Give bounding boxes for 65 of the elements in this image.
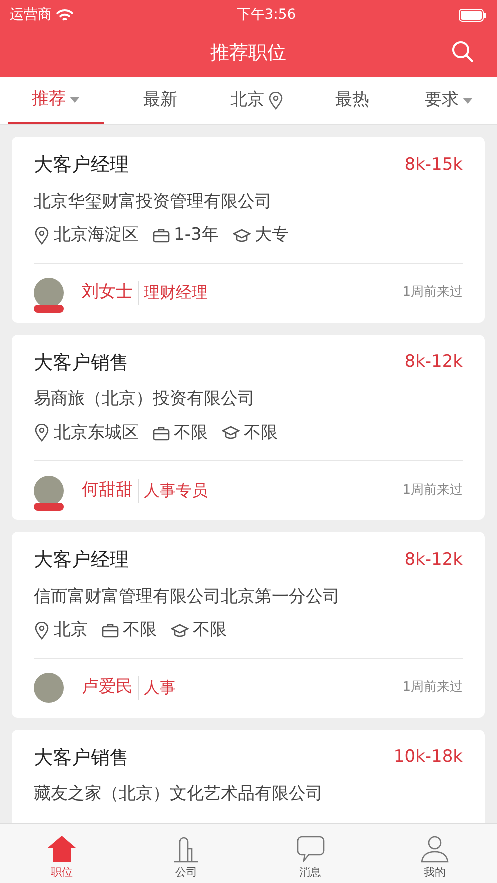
job-title: 大客户销售 xyxy=(34,350,129,376)
recruiter-name: 何甜甜 xyxy=(82,478,133,502)
education-requirement: 不限 xyxy=(244,422,278,444)
tab-bar-item[interactable]: 我的 xyxy=(372,824,497,883)
caret-icon xyxy=(70,96,80,102)
graduation-cap-icon xyxy=(171,624,189,638)
job-card[interactable]: 大客户经理 8k-15k 北京华玺财富投资管理有限公司 北京海淀区 1-3年 大专 刘女士 理财经理 1周前来过 xyxy=(12,137,485,322)
tab-bar-item[interactable]: 公司 xyxy=(124,824,248,883)
experience-requirement: 1-3年 xyxy=(174,224,219,247)
filter-tab[interactable]: 最热 xyxy=(304,77,401,124)
briefcase-icon xyxy=(153,426,170,441)
search-icon[interactable] xyxy=(451,40,475,64)
job-location: 北京东城区 xyxy=(54,422,139,444)
wifi-icon xyxy=(56,8,74,22)
experience-requirement: 不限 xyxy=(123,619,157,642)
carrier-name: 运营商 xyxy=(10,6,52,24)
last-active-time: 1周前来过 xyxy=(402,679,463,698)
briefcase-icon xyxy=(102,623,119,638)
avatar xyxy=(34,673,64,703)
education-requirement: 不限 xyxy=(193,619,227,642)
salary-range: 8k-15k xyxy=(404,154,463,176)
last-active-time: 1周前来过 xyxy=(402,284,463,302)
battery-icon xyxy=(458,8,487,22)
job-location: 北京 xyxy=(54,619,88,642)
job-card[interactable]: 大客户销售 8k-12k 易商旅（北京）投资有限公司 北京东城区 不限 不限 何甜甜 人事专员 1周前来过 xyxy=(12,334,485,520)
location-pin-icon xyxy=(34,226,50,245)
recruiter-role: 人事 xyxy=(138,676,176,700)
chat-bubble-icon xyxy=(296,834,326,862)
location-pin-icon xyxy=(34,622,50,640)
education-requirement: 大专 xyxy=(254,224,289,247)
tab-bar-item[interactable]: 职位 xyxy=(0,824,124,883)
company-name: 信而富财富管理有限公司北京第一分公司 xyxy=(34,586,341,608)
location-pin-icon xyxy=(34,424,50,442)
caret-icon xyxy=(462,98,473,104)
person-icon xyxy=(420,834,450,862)
recruiter-name: 刘女士 xyxy=(82,281,133,304)
job-card[interactable]: 大客户销售 10k-18k 藏友之家（北京）文化艺术品有限公司 xyxy=(12,730,485,823)
job-title: 大客户经理 xyxy=(34,548,129,573)
recruiter-role: 人事专员 xyxy=(138,478,208,502)
recruiter-role: 理财经理 xyxy=(138,281,208,305)
filter-tab[interactable]: 要求 xyxy=(400,77,497,124)
status-time: 下午3:56 xyxy=(236,6,296,24)
experience-requirement: 不限 xyxy=(174,422,208,444)
briefcase-icon xyxy=(153,228,170,244)
filter-tab[interactable]: 北京 xyxy=(208,77,305,124)
page-title: 推荐职位 xyxy=(210,41,286,66)
salary-range: 10k-18k xyxy=(394,746,463,769)
job-title: 大客户经理 xyxy=(34,153,129,178)
company-name: 易商旅（北京）投资有限公司 xyxy=(34,388,256,411)
home-icon xyxy=(47,834,78,862)
job-card[interactable]: 大客户经理 8k-12k 信而富财富管理有限公司北京第一分公司 北京 不限 不限 卢爱民 人事 1周前来过 xyxy=(12,532,485,718)
graduation-cap-icon xyxy=(222,426,240,440)
last-active-time: 1周前来过 xyxy=(402,482,463,500)
job-title: 大客户销售 xyxy=(34,746,129,770)
filter-tab[interactable]: 最新 xyxy=(112,77,208,124)
filter-tab[interactable]: 推荐 xyxy=(8,77,104,124)
salary-range: 8k-12k xyxy=(404,548,463,572)
location-pin-icon xyxy=(268,92,282,110)
company-name: 北京华玺财富投资管理有限公司 xyxy=(34,190,273,214)
recruiter-name: 卢爱民 xyxy=(82,676,133,700)
graduation-cap-icon xyxy=(232,228,251,243)
tab-bar-item[interactable]: 消息 xyxy=(248,824,373,883)
company-name: 藏友之家（北京）文化艺术品有限公司 xyxy=(34,783,324,806)
salary-range: 8k-12k xyxy=(404,351,463,374)
job-location: 北京海淀区 xyxy=(54,224,139,247)
